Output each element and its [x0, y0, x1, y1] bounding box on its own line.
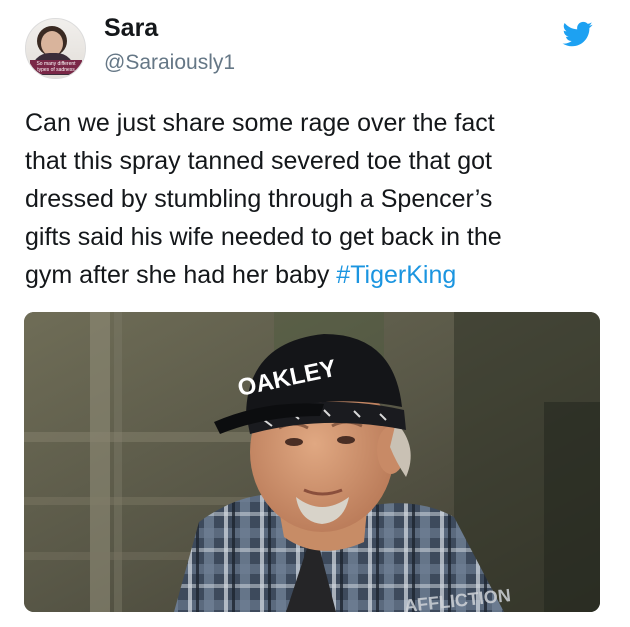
tweet-text-line: gifts said his wife needed to get back i…	[25, 223, 502, 251]
avatar-caption: So many different types of sadness	[30, 60, 82, 74]
tweet-text-line: dressed by stumbling through a Spencer’s	[25, 185, 493, 213]
tweet-text-line: Can we just share some rage over the fac…	[25, 109, 495, 137]
tweet-text-segment: gym after she had her baby	[25, 261, 337, 289]
tweet-text-line: gym after she had her baby #TigerKing	[25, 256, 610, 294]
hashtag-link[interactable]: #TigerKing	[336, 261, 456, 289]
twitter-bird-icon	[562, 21, 593, 47]
tweet-text: Can we just share some rage over the fac…	[25, 104, 610, 294]
tweet-media-image[interactable]: OAKLEY AFFLICTION	[24, 312, 600, 612]
photo-illustration: OAKLEY AFFLICTION	[24, 312, 600, 612]
user-handle[interactable]: @Saraiously1	[104, 50, 235, 76]
tweet-text-line: that this spray tanned severed toe that …	[25, 147, 492, 175]
display-name[interactable]: Sara	[104, 13, 158, 43]
avatar[interactable]: So many different types of sadness	[25, 18, 86, 79]
tweet-card: So many different types of sadness Sara …	[0, 0, 630, 627]
